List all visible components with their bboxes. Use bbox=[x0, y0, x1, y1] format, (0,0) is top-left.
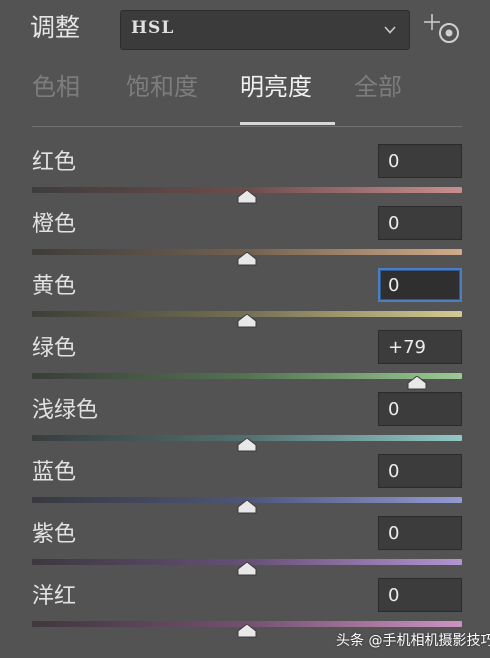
slider-label: 洋红 bbox=[32, 584, 77, 609]
blue-slider-thumb[interactable] bbox=[237, 500, 257, 514]
aqua-slider-thumb[interactable] bbox=[237, 438, 257, 452]
slider-label: 浅绿色 bbox=[32, 398, 99, 423]
blue-luminance-input[interactable] bbox=[378, 454, 462, 488]
yellow-slider-thumb[interactable] bbox=[237, 314, 257, 328]
magenta-luminance-input[interactable] bbox=[378, 578, 462, 612]
adjustment-preset-dropdown[interactable]: HSL bbox=[120, 10, 410, 50]
active-tab-underline bbox=[240, 122, 335, 125]
tab-saturation[interactable]: 饱和度 bbox=[126, 70, 198, 104]
chevron-down-icon bbox=[384, 26, 396, 34]
green-luminance-input[interactable] bbox=[378, 330, 462, 364]
slider-row-aqua: 浅绿色 bbox=[0, 392, 490, 454]
green-slider-thumb[interactable] bbox=[407, 376, 427, 390]
watermark-text: 头条 @手机相机摄影技巧 bbox=[336, 633, 490, 649]
aqua-luminance-input[interactable] bbox=[378, 392, 462, 426]
panel-title: 调整 bbox=[30, 13, 81, 42]
red-luminance-input[interactable] bbox=[378, 144, 462, 178]
red-slider-thumb[interactable] bbox=[237, 190, 257, 204]
slider-row-purple: 紫色 bbox=[0, 516, 490, 578]
slider-row-yellow: 黄色 bbox=[0, 268, 490, 330]
purple-slider-thumb[interactable] bbox=[237, 562, 257, 576]
slider-row-blue: 蓝色 bbox=[0, 454, 490, 516]
slider-label: 蓝色 bbox=[32, 460, 77, 485]
slider-label: 绿色 bbox=[32, 336, 77, 361]
target-adjust-icon[interactable] bbox=[424, 12, 464, 46]
adjust-header: 调整 HSL bbox=[0, 0, 490, 62]
slider-label: 黄色 bbox=[32, 274, 77, 299]
hsl-tabs: 色相 饱和度 明亮度 全部 bbox=[0, 62, 490, 126]
slider-row-green: 绿色 bbox=[0, 330, 490, 392]
tab-all[interactable]: 全部 bbox=[354, 70, 402, 104]
preset-selected-value: HSL bbox=[131, 18, 175, 38]
slider-label: 红色 bbox=[32, 150, 77, 175]
green-slider-track[interactable] bbox=[32, 373, 462, 379]
slider-label: 橙色 bbox=[32, 212, 77, 237]
tab-luminance[interactable]: 明亮度 bbox=[240, 70, 312, 104]
orange-luminance-input[interactable] bbox=[378, 206, 462, 240]
orange-slider-thumb[interactable] bbox=[237, 252, 257, 266]
slider-label: 紫色 bbox=[32, 522, 77, 547]
tab-hue[interactable]: 色相 bbox=[32, 70, 80, 104]
slider-row-red: 红色 bbox=[0, 144, 490, 206]
magenta-slider-thumb[interactable] bbox=[237, 624, 257, 638]
slider-row-orange: 橙色 bbox=[0, 206, 490, 268]
purple-luminance-input[interactable] bbox=[378, 516, 462, 550]
yellow-luminance-input[interactable] bbox=[378, 268, 462, 302]
tabs-divider bbox=[32, 126, 462, 127]
